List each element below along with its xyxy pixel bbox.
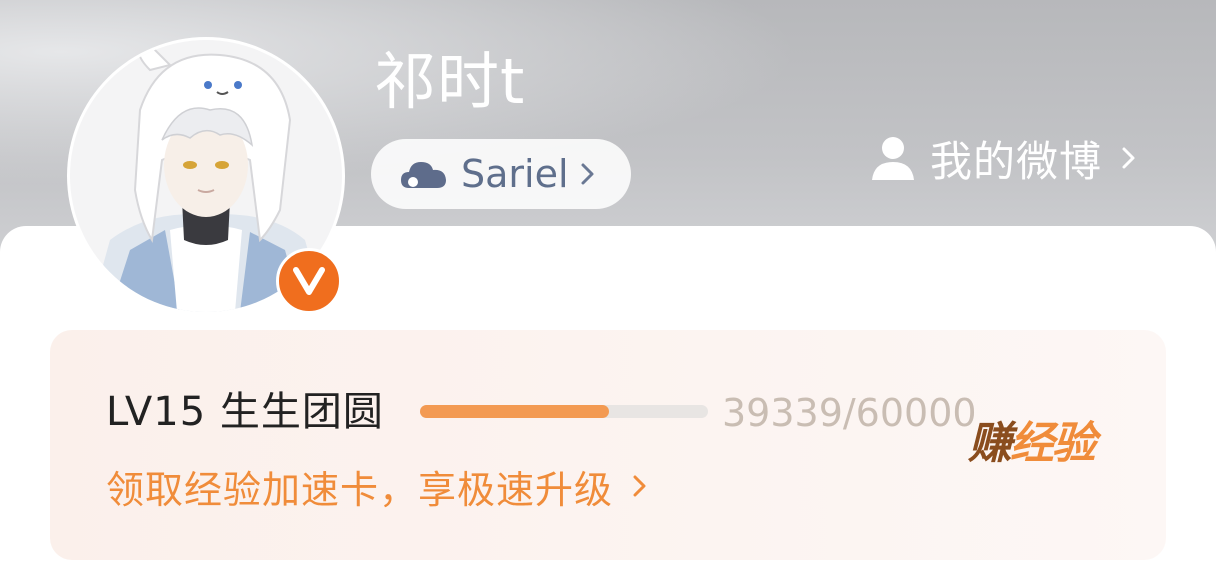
my-weibo-label: 我的微博 — [930, 136, 1103, 186]
earn-exp-button[interactable]: 赚经验 — [968, 414, 1096, 474]
cloud-tag-label: Sariel — [461, 152, 569, 196]
chevron-right-icon — [633, 475, 646, 497]
exp-boost-promo-link[interactable]: 领取经验加速卡，享极速升级 — [106, 458, 649, 514]
level-title: LV15 生生团圆 — [106, 389, 384, 435]
cloud-icon — [401, 162, 446, 188]
exp-boost-promo-text: 领取经验加速卡，享极速升级 — [106, 467, 614, 512]
level-progress-text: 39339/60000 — [722, 391, 977, 435]
earn-exp-label-part2: 经验 — [1010, 418, 1096, 469]
verified-badge-icon — [276, 248, 342, 314]
level-progress-fill — [420, 405, 609, 418]
person-icon — [872, 137, 914, 180]
level-progress-bar — [420, 405, 708, 418]
chevron-right-icon — [1122, 147, 1135, 169]
chevron-right-icon — [581, 163, 594, 185]
earn-exp-label-part1: 赚 — [968, 418, 1012, 469]
cloud-tag-pill[interactable]: Sariel — [371, 139, 631, 209]
my-weibo-link[interactable]: 我的微博 — [870, 128, 1138, 188]
username[interactable]: 祁时t — [374, 46, 525, 118]
